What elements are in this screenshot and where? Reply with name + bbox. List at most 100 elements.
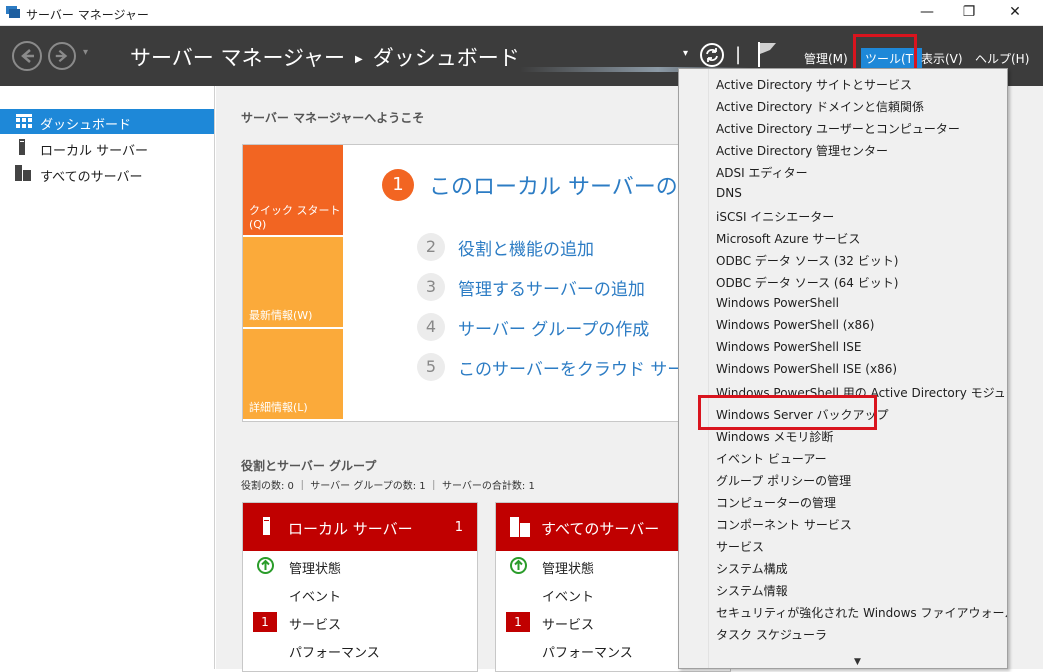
card-row-label: イベント — [542, 590, 595, 605]
card-count: 1 — [454, 520, 463, 535]
tools-menu-item[interactable]: グループ ポリシーの管理 — [716, 472, 851, 489]
card-row-label: 管理状態 — [542, 562, 595, 577]
notification-dropdown-icon[interactable]: ▾ — [683, 48, 688, 59]
breadcrumb-root[interactable]: サーバー マネージャー — [130, 46, 345, 70]
server-icon — [263, 517, 270, 535]
services-alert-badge: 1 — [506, 612, 530, 632]
sidebar-item-dashboard[interactable]: ダッシュボード — [0, 109, 214, 134]
tools-dropdown-menu: Active Directory サイトとサービス Active Director… — [678, 68, 1008, 669]
card-row-label: パフォーマンス — [289, 646, 380, 661]
card-row-label: パフォーマンス — [542, 646, 633, 661]
servers-icon — [15, 165, 31, 181]
tile-label: 最新情報(W) — [249, 309, 313, 322]
back-button[interactable] — [12, 41, 42, 71]
card-row-label: サービス — [289, 618, 342, 633]
tools-menu-item[interactable]: iSCSI イニシエーター — [716, 208, 834, 225]
step-create-group[interactable]: サーバー グループの作成 — [458, 315, 649, 340]
step-add-servers[interactable]: 管理するサーバーの追加 — [458, 275, 645, 300]
roles-groups-title: 役割とサーバー グループ — [241, 459, 377, 473]
tools-menu-item[interactable]: ODBC データ ソース (32 ビット) — [716, 252, 898, 269]
card-title: ローカル サーバー — [288, 520, 413, 538]
tools-menu-highlight — [853, 34, 917, 72]
card-row-services[interactable]: 1 サービス — [243, 611, 477, 633]
tools-menu-item[interactable]: サービス — [716, 538, 764, 555]
notifications-flag-icon[interactable] — [756, 40, 778, 68]
step-number: 2 — [417, 233, 445, 261]
server-icon — [19, 139, 25, 155]
sidebar-item-local-server[interactable]: ローカル サーバー — [0, 135, 214, 160]
status-ok-icon — [257, 557, 274, 574]
card-row-performance[interactable]: パフォーマンス — [243, 639, 477, 661]
step-add-roles[interactable]: 役割と機能の追加 — [458, 235, 594, 260]
card-row-label: サービス — [542, 618, 595, 633]
backup-item-highlight — [698, 395, 877, 430]
forward-arrow-icon — [55, 49, 68, 63]
breadcrumb-separator-icon: ▶ — [355, 53, 363, 65]
step-number: 5 — [417, 353, 445, 381]
maximize-button[interactable]: ❐ — [946, 0, 992, 26]
tools-menu-item[interactable]: システム情報 — [716, 582, 788, 599]
up-arrow-icon — [514, 559, 523, 570]
tools-menu-item[interactable]: コンポーネント サービス — [716, 516, 852, 533]
status-ok-icon — [510, 557, 527, 574]
tools-menu-item[interactable]: Active Directory サイトとサービス — [716, 76, 912, 93]
tools-menu-item[interactable]: ODBC データ ソース (64 ビット) — [716, 274, 898, 291]
tools-menu-item[interactable]: タスク スケジューラ — [716, 626, 827, 643]
header-separator: | — [735, 44, 742, 65]
tools-menu-item[interactable]: Active Directory ドメインと信頼関係 — [716, 98, 924, 115]
window-titlebar: サーバー マネージャー — ❐ ✕ — [0, 0, 1043, 26]
refresh-icon[interactable] — [699, 42, 725, 68]
history-dropdown-icon[interactable]: ▾ — [83, 47, 88, 58]
step-number: 3 — [417, 273, 445, 301]
card-row-manageability[interactable]: 管理状態 — [243, 555, 477, 577]
tools-menu-item[interactable]: セキュリティが強化された Windows ファイアウォール — [716, 604, 1007, 621]
servers-icon — [510, 517, 530, 537]
tile-label: 詳細情報(L) — [249, 401, 308, 414]
tools-menu-item[interactable]: Active Directory 管理センター — [716, 142, 888, 159]
tools-menu-item[interactable]: Windows PowerShell — [716, 296, 839, 310]
card-header[interactable]: ローカル サーバー 1 — [243, 503, 477, 551]
sidebar: ダッシュボード ローカル サーバー すべてのサーバー — [0, 86, 215, 669]
tools-menu-item[interactable]: イベント ビューアー — [716, 450, 827, 467]
tools-menu-item[interactable]: Windows PowerShell ISE — [716, 340, 862, 354]
tools-menu-item[interactable]: Windows PowerShell (x86) — [716, 318, 874, 332]
breadcrumb: サーバー マネージャー ▶ ダッシュボード — [130, 42, 520, 72]
menu-help[interactable]: ヘルプ(H) — [975, 50, 1029, 67]
tools-menu-item[interactable]: DNS — [716, 186, 742, 200]
tools-menu-item[interactable]: Windows PowerShell ISE (x86) — [716, 362, 897, 376]
tools-menu-item[interactable]: ADSI エディター — [716, 164, 808, 181]
card-title: すべてのサーバー — [541, 520, 660, 538]
card-row-events[interactable]: イベント — [243, 583, 477, 605]
sidebar-item-label: ダッシュボード — [40, 118, 132, 133]
tile-whatsnew[interactable]: 最新情報(W) — [243, 237, 343, 327]
close-button[interactable]: ✕ — [992, 0, 1038, 26]
sidebar-item-label: ローカル サーバー — [40, 144, 149, 159]
back-arrow-icon — [21, 49, 34, 63]
breadcrumb-current: ダッシュボード — [372, 46, 520, 70]
tools-menu-item[interactable]: コンピューターの管理 — [716, 494, 836, 511]
card-row-label: 管理状態 — [289, 562, 342, 577]
tools-menu-item[interactable]: Windows メモリ診断 — [716, 428, 833, 445]
server-manager-icon — [6, 6, 20, 18]
menu-view[interactable]: 表示(V) — [921, 50, 963, 67]
sidebar-item-label: すべてのサーバー — [40, 170, 143, 185]
menu-manage[interactable]: 管理(M) — [804, 50, 848, 67]
scroll-down-icon[interactable]: ▼ — [854, 657, 861, 667]
welcome-title: サーバー マネージャーへようこそ — [241, 111, 425, 125]
card-local-server: ローカル サーバー 1 管理状態 イベント 1 サービス パフォーマンス — [242, 502, 478, 672]
roles-groups-summary: 役割の数: 0 ｜ サーバー グループの数: 1 ｜ サーバーの合計数: 1 — [241, 481, 535, 492]
card-row-label: イベント — [289, 590, 342, 605]
sidebar-item-all-servers[interactable]: すべてのサーバー — [0, 161, 214, 186]
up-arrow-icon — [261, 559, 270, 570]
tile-quickstart[interactable]: クイック スタート(Q) — [243, 145, 343, 235]
minimize-button[interactable]: — — [904, 0, 950, 26]
step-number: 1 — [382, 169, 414, 201]
tile-learnmore[interactable]: 詳細情報(L) — [243, 329, 343, 419]
services-alert-badge: 1 — [253, 612, 277, 632]
tools-menu-item[interactable]: Microsoft Azure サービス — [716, 230, 860, 247]
tools-menu-item[interactable]: システム構成 — [716, 560, 788, 577]
dashboard-grid-icon — [16, 114, 32, 128]
forward-button[interactable] — [48, 42, 76, 70]
step-number: 4 — [417, 313, 445, 341]
tools-menu-item[interactable]: Active Directory ユーザーとコンピューター — [716, 120, 960, 137]
